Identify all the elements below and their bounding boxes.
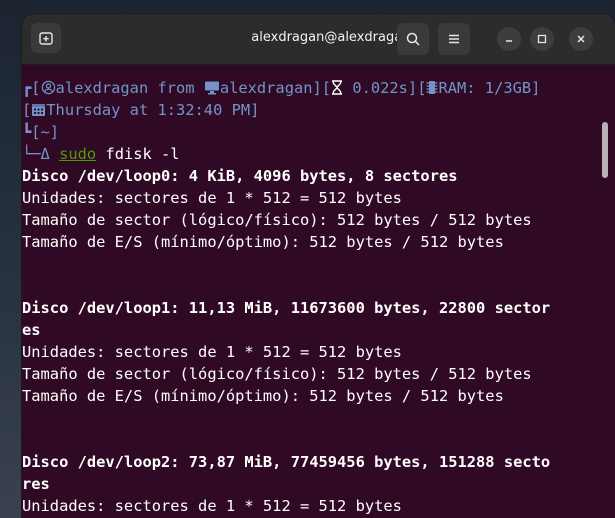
output-line: es <box>22 321 41 339</box>
prompt-user: alexdragan <box>55 79 149 97</box>
prompt-bracket: ] <box>531 79 541 97</box>
calendar-icon <box>31 102 46 117</box>
scrollbar-thumb[interactable] <box>602 122 608 178</box>
prompt-from: from <box>148 79 204 97</box>
output-line: Disco /dev/loop1: 11,13 MiB, 11673600 by… <box>22 299 551 317</box>
window-title: alexdragan@alexdragan:~ <box>251 30 426 45</box>
user-icon <box>41 80 56 95</box>
minimize-icon <box>504 34 514 44</box>
prompt-arrow: └─Δ <box>22 145 60 163</box>
output-line: Unidades: sectores de 1 * 512 = 512 byte… <box>22 497 402 515</box>
chip-icon <box>426 80 438 95</box>
command-line: └─Δ sudo fdisk -l <box>22 143 180 165</box>
menu-button[interactable] <box>438 23 470 55</box>
output-line: Tamaño de sector (lógico/físico): 512 by… <box>22 211 532 229</box>
terminal-content[interactable]: ┏[alexdragan from alexdragan][ 0.022s][R… <box>22 65 615 518</box>
prompt-status-line: ┏[alexdragan from alexdragan][ 0.022s][R… <box>22 77 540 99</box>
title-bar: alexdragan@alexdragan:~ <box>22 14 615 65</box>
prompt-duration: 0.022s <box>343 79 408 97</box>
output-line: res <box>22 475 50 493</box>
monitor-icon <box>204 80 220 95</box>
close-button[interactable] <box>569 27 593 51</box>
search-button[interactable] <box>397 23 429 55</box>
prompt-datetime: Thursday at 1:32:40 PM <box>46 101 251 119</box>
search-icon <box>405 31 421 47</box>
terminal-window: alexdragan@alexdragan:~ ┏[alexdragan fr… <box>22 14 615 518</box>
command-sudo: sudo <box>59 145 97 163</box>
prompt-bracket: [ <box>22 101 32 119</box>
prompt-ram: RAM: 1/3GB <box>438 79 532 97</box>
maximize-button[interactable] <box>530 27 554 51</box>
output-line: Unidades: sectores de 1 * 512 = 512 byte… <box>22 189 402 207</box>
prompt-bracket: ┏[ <box>22 79 41 97</box>
output-line: Tamaño de E/S (mínimo/óptimo): 512 bytes… <box>22 387 504 405</box>
prompt-bracket: ][ <box>312 79 332 97</box>
prompt-bracket: ] <box>250 101 260 119</box>
command-args: fdisk -l <box>96 145 180 163</box>
close-icon <box>576 34 586 44</box>
hamburger-menu-icon <box>447 32 461 46</box>
prompt-host: alexdragan <box>219 79 313 97</box>
hourglass-icon <box>331 80 343 95</box>
output-line: Tamaño de sector (lógico/físico): 512 by… <box>22 365 532 383</box>
prompt-bracket: ][ <box>407 79 427 97</box>
output-line: Unidades: sectores de 1 * 512 = 512 byte… <box>22 343 402 361</box>
minimize-button[interactable] <box>497 27 521 51</box>
prompt-cwd-line: ┗[~] <box>22 123 60 141</box>
output-line: Disco /dev/loop0: 4 KiB, 4096 bytes, 8 s… <box>22 167 458 185</box>
maximize-icon <box>537 34 547 44</box>
output-line: Tamaño de E/S (mínimo/óptimo): 512 bytes… <box>22 233 504 251</box>
output-line: Disco /dev/loop2: 73,87 MiB, 77459456 by… <box>22 453 551 471</box>
prompt-datetime-line: [ Thursday at 1:32:40 PM] <box>22 99 259 121</box>
